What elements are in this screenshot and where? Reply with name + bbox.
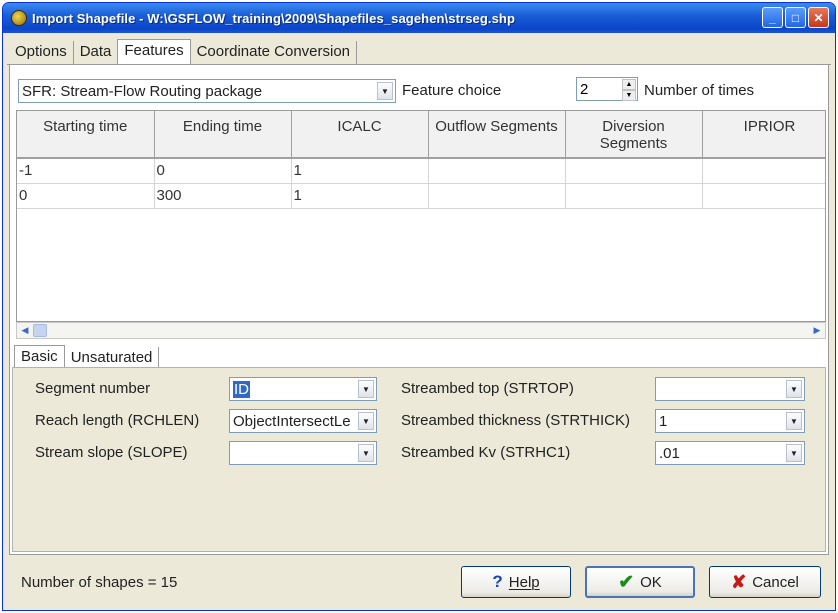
streambed-kv-label: Streambed Kv (STRHC1) [401, 444, 571, 461]
checkmark-icon: ✔ [618, 571, 635, 593]
help-icon: ? [492, 572, 503, 591]
cancel-button[interactable]: ✘ Cancel [709, 566, 821, 598]
grid-cell[interactable] [428, 183, 566, 209]
tab-data[interactable]: Data [74, 41, 118, 65]
import-shapefile-dialog: Import Shapefile - W:\GSFLOW_training\20… [2, 2, 836, 611]
number-of-times-value[interactable]: 2 [577, 81, 622, 98]
grid-cell[interactable]: 300 [154, 183, 292, 209]
ok-label: OK [640, 573, 662, 591]
horizontal-scrollbar[interactable]: ◀ ▶ [16, 322, 826, 339]
grid-cell[interactable]: 0 [154, 158, 292, 184]
tab-basic[interactable]: Basic [14, 345, 65, 369]
package-value: SFR: Stream-Flow Routing package [22, 82, 263, 100]
grid-cell[interactable]: 1 [291, 158, 429, 184]
close-button[interactable]: ✕ [808, 7, 829, 28]
scroll-left-icon[interactable]: ◀ [17, 323, 33, 338]
scroll-right-icon[interactable]: ▶ [809, 323, 825, 338]
tab-features[interactable]: Features [117, 39, 191, 65]
grid-cell[interactable]: 0 [17, 183, 155, 209]
time-grid[interactable]: Starting time Ending time ICALC Outflow … [16, 110, 826, 322]
column-header[interactable]: Outflow Segments [428, 111, 566, 159]
help-button[interactable]: ? Help [461, 566, 571, 598]
help-label: Help [508, 573, 540, 591]
table-row: 0 300 1 [17, 183, 825, 209]
chevron-down-icon[interactable]: ▼ [786, 444, 802, 462]
grid-cell[interactable] [565, 183, 703, 209]
streambed-thickness-label: Streambed thickness (STRTHICK) [401, 412, 630, 429]
chevron-down-icon[interactable]: ▼ [358, 412, 374, 430]
spin-up-icon[interactable]: ▲ [622, 79, 636, 90]
minimize-button[interactable]: _ [762, 7, 783, 28]
reach-length-dropdown[interactable]: ObjectIntersectLe ▼ [229, 409, 377, 433]
chevron-down-icon[interactable]: ▼ [377, 82, 393, 100]
grid-cell[interactable]: -1 [17, 158, 155, 184]
window-title: Import Shapefile - W:\GSFLOW_training\20… [32, 10, 516, 26]
chevron-down-icon[interactable]: ▼ [786, 412, 802, 430]
features-panel: SFR: Stream-Flow Routing package ▼ Featu… [9, 65, 829, 555]
title-bar[interactable]: Import Shapefile - W:\GSFLOW_training\20… [3, 3, 835, 33]
streambed-kv-value: .01 [659, 444, 680, 462]
property-tabs: Basic Unsaturated [14, 343, 160, 369]
stream-slope-label: Stream slope (SLOPE) [35, 444, 188, 461]
shape-count: Number of shapes = 15 [21, 574, 178, 591]
streambed-kv-dropdown[interactable]: .01 ▼ [655, 441, 805, 465]
column-header[interactable]: Starting time [17, 111, 155, 159]
cancel-label: Cancel [752, 573, 799, 591]
column-header[interactable]: ICALC [291, 111, 429, 159]
segment-number-dropdown[interactable]: ID ▼ [229, 377, 377, 401]
chevron-down-icon[interactable]: ▼ [786, 380, 802, 398]
streambed-top-dropdown[interactable]: ▼ [655, 377, 805, 401]
segment-number-value: ID [233, 380, 250, 398]
reach-length-value: ObjectIntersectLe [233, 412, 351, 430]
reach-length-label: Reach length (RCHLEN) [35, 412, 200, 429]
grid-header-row: Starting time Ending time ICALC Outflow … [17, 111, 825, 159]
segment-number-label: Segment number [35, 380, 151, 397]
ok-button[interactable]: ✔ OK [585, 566, 695, 598]
number-of-times-label: Number of times [644, 82, 755, 99]
tab-coordinate-conversion[interactable]: Coordinate Conversion [191, 41, 358, 65]
number-of-times-stepper[interactable]: 2 ▲ ▼ [576, 77, 638, 101]
stream-slope-dropdown[interactable]: ▼ [229, 441, 377, 465]
grid-cell[interactable]: 1 [291, 183, 429, 209]
feature-choice-label: Feature choice [402, 82, 502, 99]
stepper-buttons: ▲ ▼ [622, 79, 636, 101]
maximize-button[interactable]: □ [785, 7, 806, 28]
basic-properties-panel: Segment number ID ▼ Reach length (RCHLEN… [12, 367, 826, 552]
column-header[interactable]: Diversion Segments [565, 111, 703, 159]
main-tabs: Options Data Features Coordinate Convers… [9, 39, 358, 65]
column-header[interactable]: Ending time [154, 111, 292, 159]
grid-cell[interactable] [702, 158, 825, 184]
grid-cell[interactable] [702, 183, 825, 209]
streambed-thickness-value: 1 [659, 412, 668, 430]
column-header[interactable]: IPRIOR [702, 111, 825, 159]
spin-down-icon[interactable]: ▼ [622, 90, 636, 101]
grid-cell[interactable] [565, 158, 703, 184]
tab-options[interactable]: Options [9, 41, 74, 65]
streambed-top-label: Streambed top (STRTOP) [401, 380, 574, 397]
package-dropdown[interactable]: SFR: Stream-Flow Routing package ▼ [18, 79, 396, 103]
chevron-down-icon[interactable]: ▼ [358, 444, 374, 462]
window-controls: _ □ ✕ [762, 7, 829, 28]
tab-unsaturated[interactable]: Unsaturated [65, 347, 160, 369]
status-bar: Number of shapes = 15 ? Help ✔ OK ✘ Canc… [9, 559, 829, 605]
chevron-down-icon[interactable]: ▼ [358, 380, 374, 398]
cancel-x-icon: ✘ [731, 571, 747, 592]
streambed-thickness-dropdown[interactable]: 1 ▼ [655, 409, 805, 433]
scroll-thumb[interactable] [33, 324, 47, 337]
grid-cell[interactable] [428, 158, 566, 184]
table-row: -1 0 1 [17, 158, 825, 184]
app-icon [11, 10, 27, 26]
